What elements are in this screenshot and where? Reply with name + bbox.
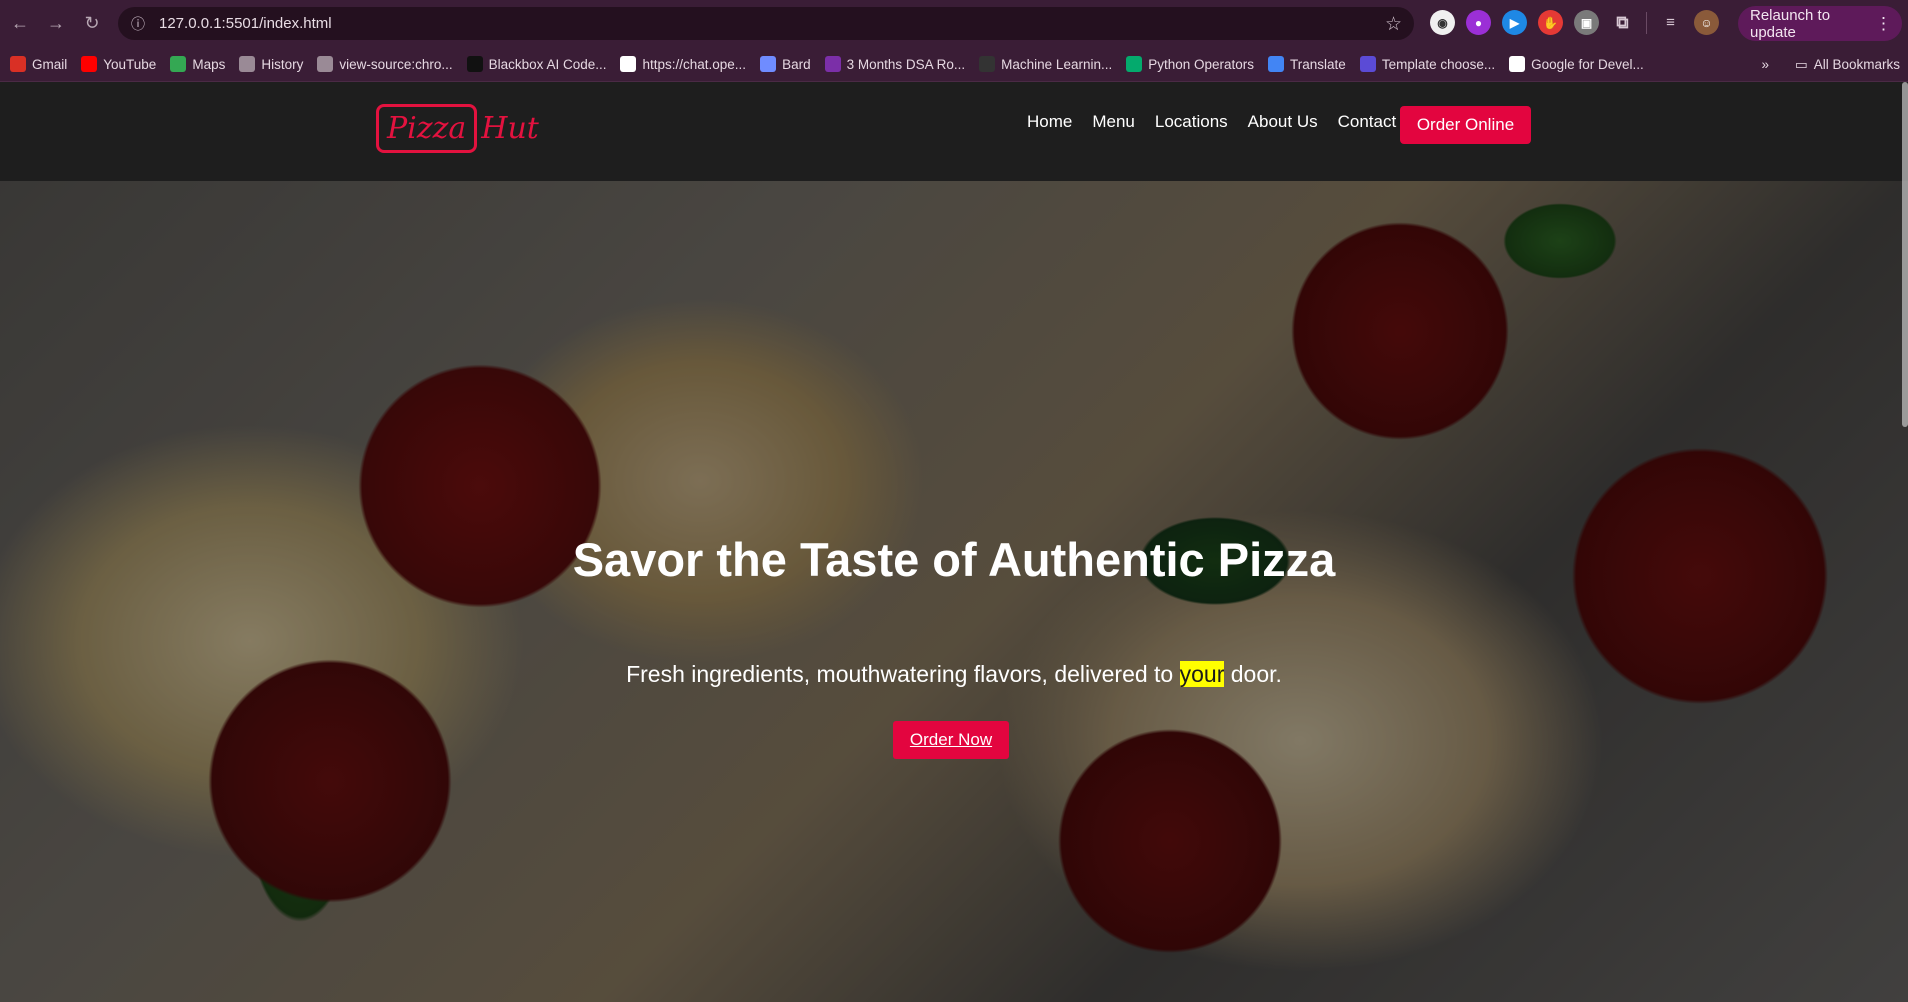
logo-boxed-text: Pizza — [376, 104, 478, 153]
bookmark-label: Blackbox AI Code... — [488, 56, 607, 72]
bookmark-item[interactable]: Python Operators — [1126, 56, 1254, 72]
nav-menu[interactable]: Menu — [1092, 112, 1135, 132]
bookmark-item[interactable]: https://chat.ope... — [620, 56, 746, 72]
bookmark-item[interactable]: 3 Months DSA Ro... — [824, 56, 966, 72]
bookmark-label: Google for Devel... — [1531, 56, 1644, 72]
profile-avatar[interactable]: ☺ — [1694, 10, 1719, 35]
hero-subtitle-start: Fresh ingredients, mouthwatering flavors… — [626, 661, 1180, 687]
url-text[interactable]: 127.0.0.1:5501/index.html — [159, 15, 332, 32]
bookmark-item[interactable]: Google for Devel... — [1509, 56, 1644, 72]
bookmark-item[interactable]: Gmail — [10, 56, 67, 72]
bookmark-label: Maps — [192, 56, 226, 72]
bookmark-item[interactable]: view-source:chro... — [317, 56, 453, 72]
ml-icon — [979, 56, 996, 72]
nav-about-us[interactable]: About Us — [1248, 112, 1318, 132]
extension-2-icon[interactable]: ● — [1466, 10, 1491, 35]
bookmark-item[interactable]: YouTube — [81, 56, 156, 72]
browser-toolbar: ← → ↻ ⓘ 127.0.0.1:5501/index.html ☆ ◉ ● … — [0, 0, 1908, 47]
bookmark-label: Template choose... — [1381, 56, 1496, 72]
relaunch-button[interactable]: Relaunch to update ⋮ — [1738, 6, 1902, 41]
bookmark-label: https://chat.ope... — [642, 56, 747, 72]
bookmark-label: History — [261, 56, 304, 72]
bookmark-label: YouTube — [103, 56, 157, 72]
bookmark-label: view-source:chro... — [339, 56, 453, 72]
nav-home[interactable]: Home — [1027, 112, 1072, 132]
bookmark-item[interactable]: Maps — [170, 56, 225, 72]
bookmark-icon — [824, 56, 841, 72]
extension-4-icon[interactable]: ✋ — [1538, 10, 1563, 35]
folder-icon: ▭ — [1794, 56, 1808, 72]
bookmark-label: Python Operators — [1148, 56, 1255, 72]
google-icon — [1509, 56, 1526, 72]
bookmark-label: Bard — [782, 56, 811, 72]
order-now-button[interactable]: Order Now — [893, 721, 1009, 759]
bookmark-label: Gmail — [32, 56, 68, 72]
globe-icon — [317, 56, 334, 72]
nav-contact[interactable]: Contact — [1338, 112, 1397, 132]
history-icon — [239, 56, 256, 72]
bookmarks-right: » ▭ All Bookmarks — [1761, 47, 1900, 82]
hero-banner: Savor the Taste of Authentic Pizza Fresh… — [0, 181, 1908, 1002]
bookmark-item[interactable]: Machine Learnin... — [979, 56, 1112, 72]
forward-icon[interactable]: → — [38, 6, 74, 42]
back-icon[interactable]: ← — [2, 6, 38, 42]
bookmark-item[interactable]: Blackbox AI Code... — [466, 56, 607, 72]
bookmark-item[interactable]: Template choose... — [1359, 56, 1496, 72]
toolbar-divider — [1646, 11, 1647, 34]
hero-subtitle: Fresh ingredients, mouthwatering flavors… — [554, 661, 1354, 688]
extension-5-icon[interactable]: ▣ — [1574, 10, 1599, 35]
reading-list-icon[interactable]: ≡ — [1658, 10, 1683, 35]
pizza-hut-logo[interactable]: Pizza Hut — [376, 104, 539, 153]
page-scrollbar[interactable] — [1902, 82, 1908, 427]
maps-icon — [170, 56, 187, 72]
bookmark-item[interactable]: Bard — [760, 56, 811, 72]
w3-icon — [1126, 56, 1143, 72]
extension-3-icon[interactable]: ▶ — [1502, 10, 1527, 35]
bookmark-item[interactable]: History — [239, 56, 303, 72]
youtube-icon — [81, 56, 98, 72]
bookmark-item[interactable]: Translate — [1268, 56, 1346, 72]
order-online-button[interactable]: Order Online — [1400, 106, 1531, 144]
gmail-icon — [10, 56, 26, 72]
hero-title: Savor the Taste of Authentic Pizza — [572, 533, 1336, 586]
address-bar[interactable]: ⓘ 127.0.0.1:5501/index.html ☆ — [118, 7, 1414, 40]
logo-tail-text: Hut — [481, 111, 539, 146]
nav-locations[interactable]: Locations — [1155, 112, 1228, 132]
all-bookmarks-button[interactable]: ▭ All Bookmarks — [1795, 57, 1900, 73]
extension-1-icon[interactable]: ◉ — [1430, 10, 1455, 35]
menu-dots-icon[interactable]: ⋮ — [1875, 14, 1892, 34]
bookmark-label: Translate — [1290, 56, 1346, 72]
hero-subtitle-end: door. — [1224, 661, 1282, 687]
extensions-puzzle-icon[interactable]: ⧉ — [1610, 10, 1635, 35]
bookmark-label: Machine Learnin... — [1001, 56, 1113, 72]
extensions-row: ◉ ● ▶ ✋ ▣ ⧉ ≡ ☺ — [1430, 10, 1719, 35]
bookmark-label: 3 Months DSA Ro... — [846, 56, 966, 72]
main-nav: Home Menu Locations About Us Contact Ord… — [1027, 106, 1531, 144]
hero-subtitle-highlight: your — [1179, 661, 1225, 687]
site-header: Pizza Hut Home Menu Locations About Us C… — [0, 82, 1908, 181]
openai-icon — [620, 56, 637, 72]
relaunch-label: Relaunch to update — [1750, 6, 1831, 41]
blackbox-icon — [466, 56, 483, 72]
template-icon — [1359, 56, 1376, 72]
translate-icon — [1268, 56, 1285, 72]
site-info-icon[interactable]: ⓘ — [123, 14, 153, 34]
bookmarks-bar: Gmail YouTube Maps History view-source:chro.… — [0, 47, 1908, 82]
all-bookmarks-label: All Bookmarks — [1813, 57, 1900, 72]
bard-icon — [760, 56, 777, 72]
more-bookmarks-icon[interactable]: » — [1761, 57, 1769, 72]
bookmark-star-icon[interactable]: ☆ — [1385, 13, 1402, 36]
reload-icon[interactable]: ↻ — [74, 6, 110, 42]
